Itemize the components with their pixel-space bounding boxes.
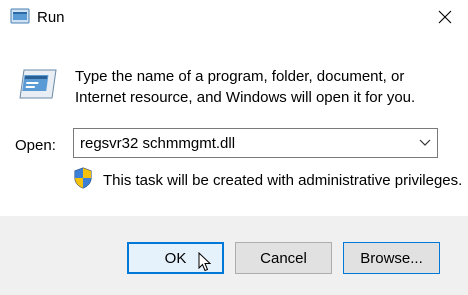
browse-button[interactable]: Browse... xyxy=(343,242,440,274)
chevron-down-icon[interactable] xyxy=(419,138,431,148)
open-label: Open: xyxy=(15,137,56,154)
mouse-cursor-icon xyxy=(198,251,212,272)
run-icon xyxy=(10,7,30,25)
description-text: Type the name of a program, folder, docu… xyxy=(75,68,416,106)
run-dialog: Run Type the name of a program, folder, … xyxy=(0,0,468,295)
run-app-icon xyxy=(16,64,60,104)
open-input[interactable] xyxy=(80,133,400,153)
window-title: Run xyxy=(37,9,65,26)
uac-shield-icon xyxy=(73,167,93,189)
open-combobox[interactable] xyxy=(73,128,438,158)
close-icon xyxy=(438,10,452,24)
close-button[interactable] xyxy=(422,0,468,34)
title-bar[interactable]: Run xyxy=(0,0,468,34)
admin-note: This task will be created with administr… xyxy=(103,172,463,189)
cancel-button[interactable]: Cancel xyxy=(235,242,332,274)
